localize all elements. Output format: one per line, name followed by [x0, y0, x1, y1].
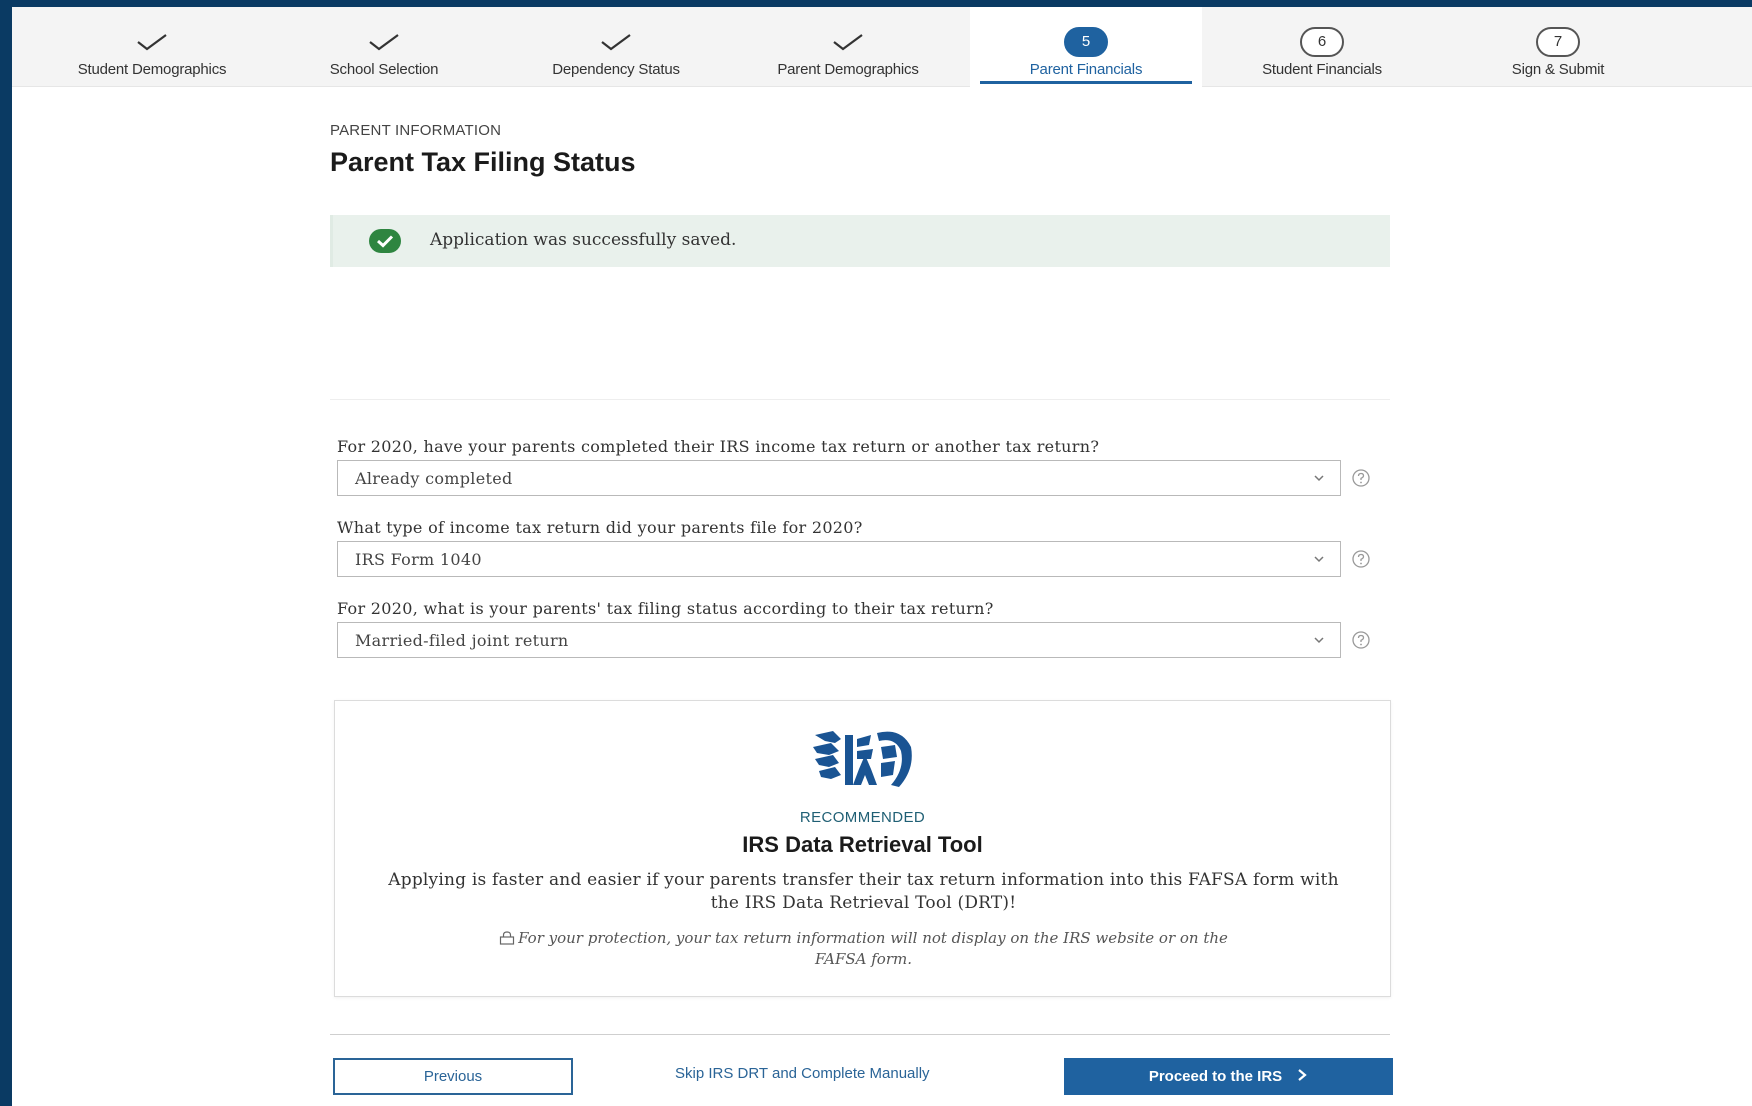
drt-description: Applying is faster and easier if your pa…: [388, 870, 1339, 913]
chevron-down-icon: [1312, 552, 1326, 571]
app-window: Student Demographics School Selection De…: [12, 7, 1752, 1106]
step-student-demographics[interactable]: Student Demographics: [36, 7, 268, 87]
step-label: Sign & Submit: [1511, 61, 1605, 78]
step-number-badge: 7: [1536, 27, 1580, 57]
success-check-icon: [369, 229, 401, 253]
chevron-down-icon: [1312, 633, 1326, 652]
page-title: Parent Tax Filing Status: [330, 147, 636, 177]
section-label: PARENT INFORMATION: [330, 122, 502, 139]
alert-message: Application was successfully saved.: [430, 230, 737, 250]
step-label: Student Demographics: [77, 61, 227, 78]
main-content: PARENT INFORMATION Parent Tax Filing Sta…: [320, 7, 1393, 1106]
success-alert: Application was successfully saved.: [330, 215, 1390, 267]
previous-button[interactable]: Previous: [333, 1058, 573, 1095]
question-label-tax-return-type: What type of income tax return did your …: [337, 518, 863, 537]
divider: [330, 399, 1390, 400]
select-value: IRS Form 1040: [355, 550, 482, 569]
question-label-filing-status: For 2020, what is your parents' tax fili…: [337, 599, 994, 618]
protection-note-text: For your protection, your tax return inf…: [518, 929, 1228, 968]
chevron-down-icon: [1312, 471, 1326, 490]
proceed-to-irs-button[interactable]: Proceed to the IRS: [1064, 1058, 1393, 1095]
drt-title: IRS Data Retrieval Tool: [742, 832, 983, 857]
step-sign-submit[interactable]: 7 Sign & Submit: [1442, 7, 1674, 87]
irs-drt-card: RECOMMENDED IRS Data Retrieval Tool Appl…: [334, 700, 1391, 997]
tax-return-completed-select[interactable]: Already completed: [337, 460, 1341, 496]
lock-icon: [499, 931, 515, 950]
checkmark-icon: [130, 27, 174, 57]
drt-protection-note: For your protection, your tax return inf…: [495, 929, 1232, 969]
filing-status-select[interactable]: Married-filed joint return: [337, 622, 1341, 658]
question-label-tax-return-completed: For 2020, have your parents completed th…: [337, 437, 1100, 456]
recommended-label: RECOMMENDED: [799, 809, 926, 826]
tax-return-type-select[interactable]: IRS Form 1040: [337, 541, 1341, 577]
select-value: Married-filed joint return: [355, 631, 569, 650]
help-icon[interactable]: [1351, 549, 1371, 569]
chevron-right-icon: [1296, 1068, 1308, 1086]
proceed-label: Proceed to the IRS: [1148, 1068, 1283, 1085]
help-icon[interactable]: [1351, 630, 1371, 650]
divider: [330, 1034, 1390, 1035]
select-value: Already completed: [355, 469, 513, 488]
skip-drt-link[interactable]: Skip IRS DRT and Complete Manually: [675, 1065, 930, 1082]
irs-eagle-logo-icon: [811, 729, 916, 798]
help-icon[interactable]: [1351, 468, 1371, 488]
